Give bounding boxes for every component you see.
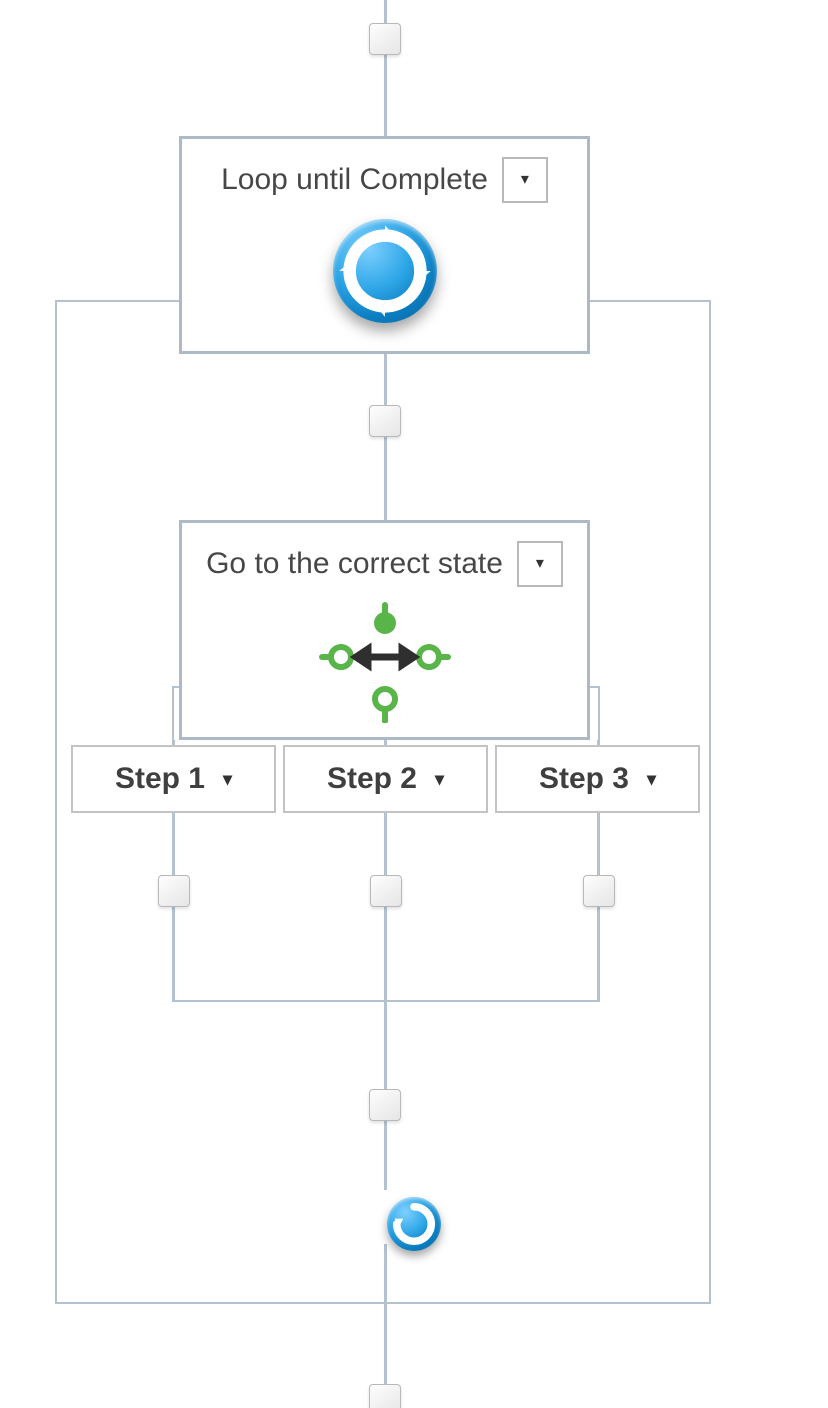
state-machine-menu-button[interactable]: ▾ (517, 541, 563, 587)
drop-target-branch-1[interactable] (158, 875, 190, 907)
branch-step-1-label: Step 1 (115, 762, 205, 796)
drop-target-above-loop[interactable] (369, 23, 401, 55)
drop-target-branch-2[interactable] (370, 875, 402, 907)
loop-node[interactable]: Loop until Complete ▾ (179, 136, 590, 354)
cycle-icon (333, 219, 437, 323)
branch-step-1-caret[interactable]: ▾ (223, 770, 232, 788)
branch-step-2-caret[interactable]: ▾ (435, 770, 444, 788)
drop-target-branch-3[interactable] (583, 875, 615, 907)
state-machine-icon (318, 599, 452, 723)
loop-node-menu-button[interactable]: ▾ (502, 157, 548, 203)
branch-step-3-caret[interactable]: ▾ (647, 770, 656, 788)
drop-target-inside-loop-1[interactable] (369, 405, 401, 437)
connector-top (384, 0, 387, 138)
drop-target-after-sm[interactable] (369, 1089, 401, 1121)
cycle-end-icon (387, 1197, 441, 1251)
connector-loop-to-sm (384, 354, 387, 522)
branch-step-3-label: Step 3 (539, 762, 629, 796)
state-machine-title: Go to the correct state (206, 547, 503, 581)
branch-step-2-label: Step 2 (327, 762, 417, 796)
branch-step-2[interactable]: Step 2 ▾ (283, 745, 488, 813)
drop-target-below-loop[interactable] (369, 1384, 401, 1408)
branch-step-3[interactable]: Step 3 ▾ (495, 745, 700, 813)
branch-step-1[interactable]: Step 1 ▾ (71, 745, 276, 813)
loop-node-title: Loop until Complete (221, 163, 488, 197)
state-machine-node[interactable]: Go to the correct state ▾ (179, 520, 590, 740)
